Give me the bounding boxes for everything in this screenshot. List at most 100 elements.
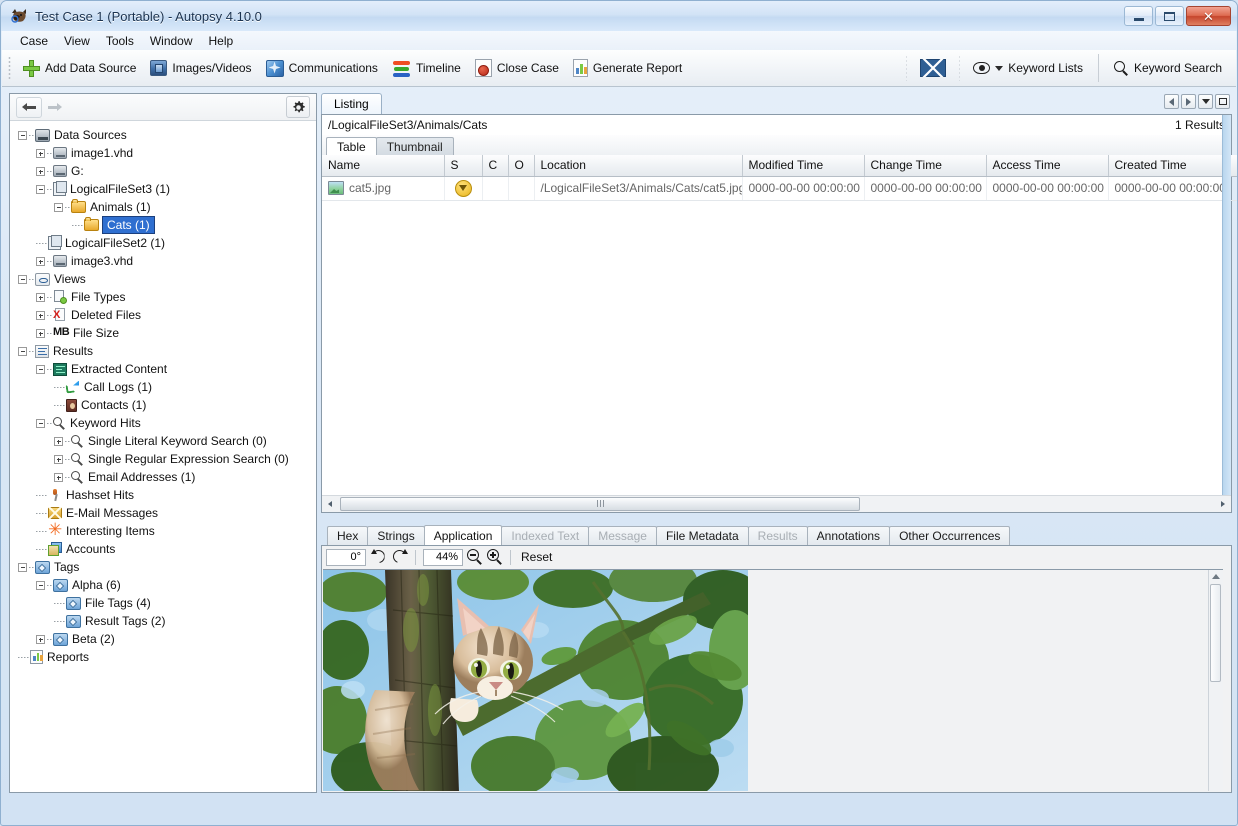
- collapse-toggle[interactable]: [18, 130, 27, 140]
- menu-tools[interactable]: Tools: [98, 32, 142, 50]
- tree-settings-button[interactable]: [286, 96, 310, 118]
- reset-button[interactable]: Reset: [521, 550, 552, 564]
- tree-item[interactable]: Extracted Content: [10, 360, 316, 378]
- column-header-created-time[interactable]: Created Time: [1108, 155, 1231, 177]
- expand-toggle[interactable]: [36, 166, 45, 176]
- zoom-out-icon[interactable]: [467, 549, 483, 565]
- viewer-tab-other-occurrences[interactable]: Other Occurrences: [889, 526, 1011, 545]
- column-header-o[interactable]: O: [508, 155, 535, 177]
- tree-item[interactable]: Single Regular Expression Search (0): [10, 450, 316, 468]
- scroll-left-button[interactable]: [322, 497, 338, 512]
- viewer-tab-file-metadata[interactable]: File Metadata: [655, 526, 749, 545]
- communications-button[interactable]: Communications: [259, 53, 385, 83]
- expand-toggle[interactable]: [54, 436, 63, 446]
- collapse-toggle[interactable]: [36, 580, 45, 590]
- viewer-tab-hex[interactable]: Hex: [327, 526, 369, 545]
- cell-name[interactable]: cat5.jpg: [322, 176, 445, 201]
- collapse-toggle[interactable]: [18, 562, 27, 572]
- minimize-button[interactable]: [1124, 6, 1153, 26]
- tree-item[interactable]: Data Sources: [10, 126, 316, 144]
- zoom-in-icon[interactable]: [487, 549, 503, 565]
- expand-toggle[interactable]: [54, 454, 63, 464]
- maximize-button[interactable]: [1155, 6, 1184, 26]
- timeline-button[interactable]: Timeline: [385, 53, 468, 83]
- tree-item[interactable]: Cats (1): [10, 216, 316, 234]
- column-header-location[interactable]: Location: [534, 155, 743, 177]
- tree-item[interactable]: Reports: [10, 648, 316, 666]
- tree-item[interactable]: Results: [10, 342, 316, 360]
- expand-toggle[interactable]: [36, 256, 45, 266]
- expand-toggle[interactable]: [36, 328, 45, 338]
- tree-item[interactable]: ✳ Interesting Items: [10, 522, 316, 540]
- rotate-clockwise-icon[interactable]: [391, 549, 408, 565]
- scroll-thumb[interactable]: [340, 496, 860, 511]
- toolbar-grip[interactable]: [8, 56, 11, 80]
- tree-item[interactable]: Single Literal Keyword Search (0): [10, 432, 316, 450]
- directory-tree[interactable]: Data Sources image1.vhd G: LogicalFileSet3 …: [10, 121, 316, 792]
- collapse-toggle[interactable]: [54, 202, 63, 212]
- tree-item[interactable]: Keyword Hits: [10, 414, 316, 432]
- add-data-source-button[interactable]: Add Data Source: [16, 53, 143, 83]
- tree-item[interactable]: MB File Size: [10, 324, 316, 342]
- menu-view[interactable]: View: [56, 32, 98, 50]
- collapse-toggle[interactable]: [36, 364, 45, 374]
- tree-item[interactable]: Views: [10, 270, 316, 288]
- scroll-up-button[interactable]: [1209, 570, 1222, 583]
- collapse-toggle[interactable]: [36, 184, 45, 194]
- rotation-value[interactable]: 0°: [326, 548, 366, 566]
- prev-button[interactable]: [1164, 94, 1179, 109]
- collapse-toggle[interactable]: [18, 346, 27, 356]
- tree-item[interactable]: Tags: [10, 558, 316, 576]
- expand-toggle[interactable]: [36, 292, 45, 302]
- menu-window[interactable]: Window: [142, 32, 201, 50]
- listing-vertical-scrollbar[interactable]: [1222, 115, 1231, 512]
- tree-item[interactable]: Result Tags (2): [10, 612, 316, 630]
- collapse-toggle[interactable]: [18, 274, 27, 284]
- maximize-panel-button[interactable]: [1215, 94, 1230, 109]
- tree-item[interactable]: Call Logs (1): [10, 378, 316, 396]
- expand-toggle[interactable]: [36, 634, 45, 644]
- tree-item[interactable]: LogicalFileSet3 (1): [10, 180, 316, 198]
- collapse-toggle[interactable]: [36, 418, 45, 428]
- expand-toggle[interactable]: [36, 148, 45, 158]
- next-button[interactable]: [1181, 94, 1196, 109]
- scroll-thumb[interactable]: [1210, 584, 1221, 682]
- expand-toggle[interactable]: [36, 310, 45, 320]
- scroll-track[interactable]: [338, 496, 1215, 512]
- tree-item[interactable]: Hashset Hits: [10, 486, 316, 504]
- column-header-change-time[interactable]: Change Time: [864, 155, 987, 177]
- column-header-modified-time[interactable]: Modified Time: [742, 155, 865, 177]
- column-header-access-time[interactable]: Access Time: [986, 155, 1109, 177]
- tree-item[interactable]: LogicalFileSet2 (1): [10, 234, 316, 252]
- forward-button[interactable]: [42, 97, 68, 118]
- keyword-search-button[interactable]: Keyword Search: [1107, 53, 1236, 83]
- menu-help[interactable]: Help: [201, 32, 242, 50]
- images-videos-button[interactable]: Images/Videos: [143, 53, 258, 83]
- column-header-size[interactable]: S: [1230, 155, 1237, 177]
- viewer-tab-application[interactable]: Application: [423, 525, 503, 545]
- tree-item[interactable]: Deleted Files: [10, 306, 316, 324]
- viewer-tab-strings[interactable]: Strings: [367, 526, 425, 545]
- close-button[interactable]: ✕: [1186, 6, 1231, 26]
- column-header-s[interactable]: S: [444, 155, 483, 177]
- tree-item[interactable]: image1.vhd: [10, 144, 316, 162]
- tree-item[interactable]: Email Addresses (1): [10, 468, 316, 486]
- close-case-button[interactable]: Close Case: [468, 53, 566, 83]
- column-header-name[interactable]: Name: [322, 155, 445, 177]
- dropdown-button[interactable]: [1198, 94, 1213, 109]
- table-row[interactable]: cat5.jpg /LogicalFileSet3/Animals/Cats/c…: [322, 176, 1237, 201]
- tab-table[interactable]: Table: [326, 137, 377, 155]
- tree-item[interactable]: Animals (1): [10, 198, 316, 216]
- keyword-lists-button[interactable]: Keyword Lists: [966, 53, 1090, 83]
- tab-listing[interactable]: Listing: [321, 93, 382, 114]
- tree-item[interactable]: File Types: [10, 288, 316, 306]
- listing-horizontal-scrollbar[interactable]: [322, 495, 1231, 512]
- viewer-tab-annotations[interactable]: Annotations: [806, 526, 891, 545]
- tree-item[interactable]: Contacts (1): [10, 396, 316, 414]
- image-vertical-scrollbar[interactable]: [1208, 570, 1223, 791]
- tree-item[interactable]: Beta (2): [10, 630, 316, 648]
- rotate-counterclockwise-icon[interactable]: [370, 549, 387, 565]
- column-header-c[interactable]: C: [482, 155, 509, 177]
- tree-item[interactable]: Accounts: [10, 540, 316, 558]
- generate-report-button[interactable]: Generate Report: [566, 53, 689, 83]
